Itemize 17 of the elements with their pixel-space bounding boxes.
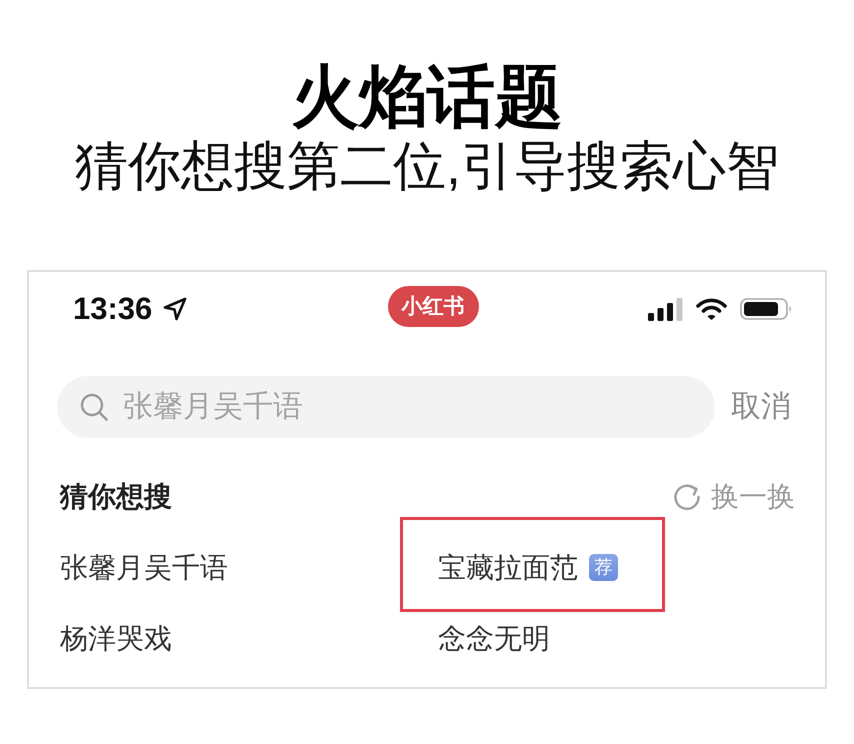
status-time: 13:36	[73, 297, 152, 321]
suggestion-item[interactable]: 张馨月吴千语	[60, 548, 228, 588]
search-field[interactable]: 张馨月吴千语	[57, 376, 715, 438]
suggestion-item[interactable]: 杨洋哭戏	[60, 618, 172, 658]
headline-title: 火焰话题	[290, 58, 564, 137]
location-arrow-icon	[162, 296, 188, 322]
signal-icon	[648, 298, 683, 320]
headline-subtitle: 猜你想搜第二位,引导搜索心智	[74, 137, 780, 197]
wifi-icon	[696, 298, 727, 320]
battery-icon	[740, 298, 793, 320]
refresh-icon	[673, 483, 701, 511]
suggestion-item[interactable]: 宝藏拉面范 荐	[438, 548, 618, 588]
suggestion-item[interactable]: 念念无明	[438, 618, 550, 658]
search-icon	[80, 393, 108, 421]
recommend-tag: 荐	[589, 554, 618, 581]
app-logo: 小红书	[388, 286, 478, 327]
section-title: 猜你想搜	[60, 480, 172, 514]
